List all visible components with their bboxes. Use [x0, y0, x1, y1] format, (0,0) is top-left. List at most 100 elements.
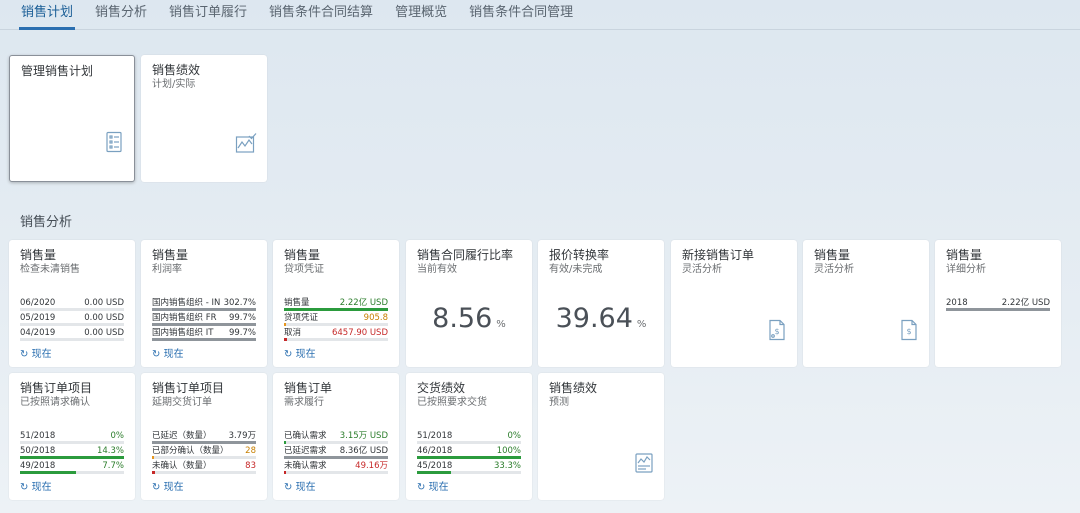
tile-subtitle: 延期交货订单 — [152, 397, 212, 408]
row-bar-fill — [417, 471, 452, 474]
comparison-list: 51/2018 0% 50/2018 14.3% 49/2018 7.7% — [20, 430, 124, 475]
row-bar-fill — [152, 441, 256, 444]
svg-text:$: $ — [906, 327, 911, 336]
tile-title: 交货绩效 — [417, 381, 466, 395]
tab-order-fulfillment[interactable]: 销售订单履行 — [158, 1, 258, 29]
tile-title: 新接销售订单 — [682, 248, 755, 262]
tile-subtitle: 灵活分析 — [814, 264, 854, 275]
tile-sales-volume-credit[interactable]: 销售量 贷项凭证 销售量 2.22亿 USD 贷项凭证 905.8 取消 645… — [273, 240, 399, 367]
comparison-list: 51/2018 0% 46/2018 100% 45/2018 33.3% — [417, 430, 521, 475]
row-bar-fill — [284, 456, 388, 459]
tile-order-items-confirmed[interactable]: 销售订单项目 已按照请求确认 51/2018 0% 50/2018 14.3% … — [9, 373, 135, 500]
refresh-icon: ↻ — [20, 482, 29, 493]
row-bar-fill — [417, 456, 521, 459]
tile-sales-volume-unclear[interactable]: 销售量 检查未清销售 06/2020 0.00 USD 05/2019 0.00… — [9, 240, 135, 367]
tab-contract-settlement[interactable]: 销售条件合同结算 — [258, 1, 384, 29]
refresh-indicator[interactable]: ↻ 现在 — [417, 478, 449, 493]
section-title-sales-analysis: 销售分析 — [20, 215, 73, 230]
tile-sales-volume-detail[interactable]: 销售量 详细分析 2018 2.22亿 USD — [935, 240, 1061, 367]
kpi-unit: % — [496, 319, 506, 330]
tab-sales-analysis[interactable]: 销售分析 — [84, 1, 158, 29]
row-bar-fill — [152, 338, 256, 341]
tile-sales-orders-fulfillment[interactable]: 销售订单 需求履行 已确认需求 3.15万 USD 已延迟需求 8.36亿 US… — [273, 373, 399, 500]
tile-quotation-conversion-rate[interactable]: 报价转换率 有效/未完成 39.64% — [538, 240, 664, 367]
row-bar — [284, 441, 388, 444]
list-item: 国内销售组织 IT 99.7% — [152, 327, 256, 342]
tile-delivery-performance[interactable]: 交货绩效 已按照要求交货 51/2018 0% 46/2018 100% 45/… — [406, 373, 532, 500]
tile-sales-volume-flexible[interactable]: 销售量 灵活分析 $ — [803, 240, 929, 367]
row-bar-fill — [152, 323, 256, 326]
tile-sales-volume-margin[interactable]: 销售量 利润率 国内销售组织 - IN 302.7% 国内销售组织 FR 99.… — [141, 240, 267, 367]
tile-title: 销售订单 — [284, 381, 333, 395]
tab-management-overview[interactable]: 管理概览 — [384, 1, 458, 29]
refresh-indicator[interactable]: ↻ 现在 — [284, 345, 316, 360]
tile-contract-fulfillment-ratio[interactable]: 销售合同履行比率 当前有效 8.56% — [406, 240, 532, 367]
row-bar — [417, 471, 521, 474]
row-bar — [152, 441, 256, 444]
list-item: 已确认需求 3.15万 USD — [284, 430, 388, 445]
tile-subtitle: 检查未清销售 — [20, 264, 80, 275]
row-bar — [152, 338, 256, 341]
chart-check-icon — [235, 132, 257, 154]
list-item: 06/2020 0.00 USD — [20, 297, 124, 312]
tile-sales-performance-plan[interactable]: 销售绩效 计划/实际 — [141, 55, 267, 182]
list-item: 50/2018 14.3% — [20, 445, 124, 460]
list-item: 已部分确认（数量） 28 — [152, 445, 256, 460]
list-item: 05/2019 0.00 USD — [20, 312, 124, 327]
tile-subtitle: 贷项凭证 — [284, 264, 324, 275]
row-bar — [417, 441, 521, 444]
refresh-icon: ↻ — [417, 482, 426, 493]
row-bar — [152, 323, 256, 326]
tile-manage-sales-plan[interactable]: 管理销售计划 — [9, 55, 135, 182]
row-bar — [20, 441, 124, 444]
tile-new-sales-orders[interactable]: 新接销售订单 灵活分析 $ — [671, 240, 797, 367]
list-item: 国内销售组织 FR 99.7% — [152, 312, 256, 327]
tab-sales-plan[interactable]: 销售计划 — [10, 1, 84, 30]
refresh-label: 现在 — [163, 482, 184, 493]
row-bar-fill — [152, 471, 156, 474]
row-bar — [284, 471, 388, 474]
kpi-unit: % — [636, 319, 647, 330]
refresh-indicator[interactable]: ↻ 现在 — [284, 478, 316, 493]
tab-contract-management[interactable]: 销售条件合同管理 — [458, 1, 584, 29]
refresh-icon: ↻ — [284, 482, 293, 493]
tile-subtitle: 已按照要求交货 — [417, 397, 487, 408]
tile-subtitle: 预测 — [549, 397, 569, 408]
checklist-icon — [104, 131, 124, 153]
tile-title: 销售绩效 — [549, 381, 598, 395]
comparison-list: 2018 2.22亿 USD — [946, 297, 1050, 312]
row-bar — [284, 338, 388, 341]
comparison-list: 06/2020 0.00 USD 05/2019 0.00 USD 04/201… — [20, 297, 124, 342]
refresh-icon: ↻ — [284, 349, 293, 360]
list-item: 46/2018 100% — [417, 445, 521, 460]
list-item: 销售量 2.22亿 USD — [284, 297, 388, 312]
tile-title: 销售订单项目 — [20, 381, 93, 395]
tile-sales-performance-forecast[interactable]: 销售绩效 预测 — [538, 373, 664, 500]
row-bar — [946, 308, 1050, 311]
refresh-indicator[interactable]: ↻ 现在 — [152, 345, 184, 360]
row-bar-fill — [284, 441, 287, 444]
row-bar-fill — [284, 338, 288, 341]
row-bar-fill — [20, 471, 77, 474]
row-bar-fill — [152, 456, 155, 459]
tile-order-items-backorder[interactable]: 销售订单项目 延期交货订单 已延迟（数量） 3.79万 已部分确认（数量） 28… — [141, 373, 267, 500]
row-bar-fill — [946, 308, 1050, 311]
row-bar — [284, 323, 388, 326]
row-bar-fill — [284, 323, 287, 326]
refresh-indicator[interactable]: ↻ 现在 — [20, 478, 52, 493]
tile-subtitle: 需求履行 — [284, 397, 324, 408]
refresh-indicator[interactable]: ↻ 现在 — [152, 478, 184, 493]
tile-subtitle: 计划/实际 — [152, 79, 196, 90]
tile-title: 销售量 — [152, 248, 189, 262]
refresh-label: 现在 — [31, 349, 52, 360]
tile-title: 销售量 — [946, 248, 983, 262]
refresh-icon: ↻ — [152, 349, 161, 360]
tile-subtitle: 灵活分析 — [682, 264, 722, 275]
top-navigation: 销售计划 销售分析 销售订单履行 销售条件合同结算 管理概览 销售条件合同管理 — [0, 0, 1080, 30]
row-bar — [152, 308, 256, 311]
list-item: 45/2018 33.3% — [417, 460, 521, 475]
comparison-list: 国内销售组织 - IN 302.7% 国内销售组织 FR 99.7% 国内销售组… — [152, 297, 256, 342]
refresh-label: 现在 — [295, 349, 316, 360]
list-item: 取消 6457.90 USD — [284, 327, 388, 342]
refresh-indicator[interactable]: ↻ 现在 — [20, 345, 52, 360]
